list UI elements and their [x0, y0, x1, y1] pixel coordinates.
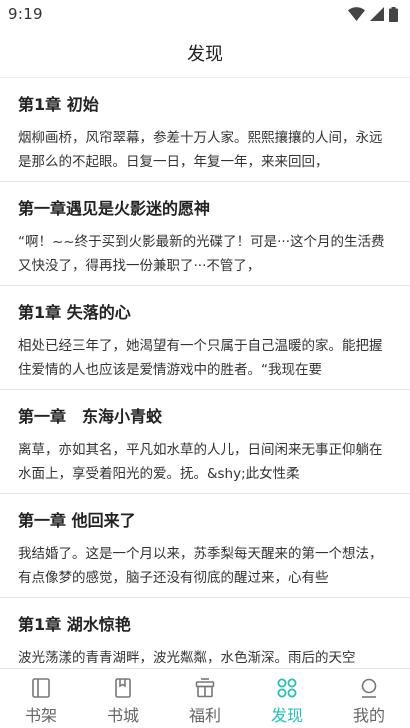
article-excerpt: “啊！~~终于买到火影最新的光碟了！可是···这个月的生活费又快没了，得再找一份…	[18, 234, 385, 274]
battery-icon	[389, 6, 398, 22]
tab-discover[interactable]: 发现	[246, 669, 328, 728]
profile-icon	[356, 675, 382, 701]
article-title: 第1章 湖水惊艳	[18, 615, 131, 634]
article-excerpt: 离草，亦如其名，平凡如水草的人儿，日间闲来无事正仰躺在水面上，享受着阳光的爱。抚…	[18, 442, 383, 482]
article-excerpt: 我结婚了。这是一个月以来，苏季梨每天醒来的第一个想法，有点像梦的感觉，脑子还没有…	[18, 546, 383, 586]
article-item[interactable]: 第一章 东海小青蛟 离草，亦如其名，平凡如水草的人儿，日间闲来无事正仰躺在水面上…	[0, 390, 410, 494]
gift-icon	[192, 675, 218, 701]
bookshelf-icon	[28, 675, 54, 701]
article-title: 第1章 失落的心	[18, 303, 131, 322]
tab-bookstore[interactable]: 书城	[82, 669, 164, 728]
page-title: 发现	[187, 43, 223, 65]
signal-icon	[370, 7, 384, 21]
tab-bookshelf[interactable]: 书架	[0, 669, 82, 728]
article-item[interactable]: 第一章遇见是火影迷的愿神 “啊！~~终于买到火影最新的光碟了！可是···这个月的…	[0, 182, 410, 286]
article-title: 第一章遇见是火影迷的愿神	[18, 199, 211, 218]
article-title: 第一章 他回来了	[18, 511, 136, 530]
article-item[interactable]: 第1章 失落的心 相处已经三年了，她渴望有一个只属于自己温暖的家。能把握住爱情的…	[0, 286, 410, 390]
article-excerpt: 相处已经三年了，她渴望有一个只属于自己温暖的家。能把握住爱情的人也应该是爱情游戏…	[18, 338, 383, 378]
tab-label: 我的	[352, 706, 385, 725]
article-excerpt: 波光荡漾的青青湖畔，波光粼粼，水色渐深。雨后的天空	[18, 650, 356, 666]
article-list: 第1章 初始 烟柳画桥，风帘翠幕，参差十万人家。熙熙攘攘的人间，永远是那么的不起…	[0, 78, 410, 668]
article-item[interactable]: 第一章 他回来了 我结婚了。这是一个月以来，苏季梨每天醒来的第一个想法，有点像梦…	[0, 494, 410, 598]
book-icon	[110, 675, 136, 701]
tab-label: 书架	[24, 706, 57, 725]
article-item[interactable]: 第1章 初始 烟柳画桥，风帘翠幕，参差十万人家。熙熙攘攘的人间，永远是那么的不起…	[0, 78, 410, 182]
status-bar: 9:19	[0, 0, 410, 28]
bottom-tab-bar: 书架 书城 福利 发现 我的	[0, 668, 410, 728]
status-icons	[348, 6, 398, 22]
tab-label: 书城	[106, 706, 139, 725]
wifi-icon	[348, 7, 365, 21]
discover-icon	[274, 675, 300, 701]
article-title: 第一章 东海小青蛟	[18, 407, 163, 426]
top-header: 发现	[0, 28, 410, 78]
article-item[interactable]: 第1章 湖水惊艳 波光荡漾的青青湖畔，波光粼粼，水色渐深。雨后的天空	[0, 598, 410, 668]
status-time: 9:19	[8, 5, 43, 23]
tab-label: 发现	[270, 706, 303, 725]
tab-label: 福利	[188, 706, 221, 725]
tab-welfare[interactable]: 福利	[164, 669, 246, 728]
article-title: 第1章 初始	[18, 95, 99, 114]
tab-profile[interactable]: 我的	[328, 669, 410, 728]
article-excerpt: 烟柳画桥，风帘翠幕，参差十万人家。熙熙攘攘的人间，永远是那么的不起眼。日复一日，…	[18, 130, 383, 170]
